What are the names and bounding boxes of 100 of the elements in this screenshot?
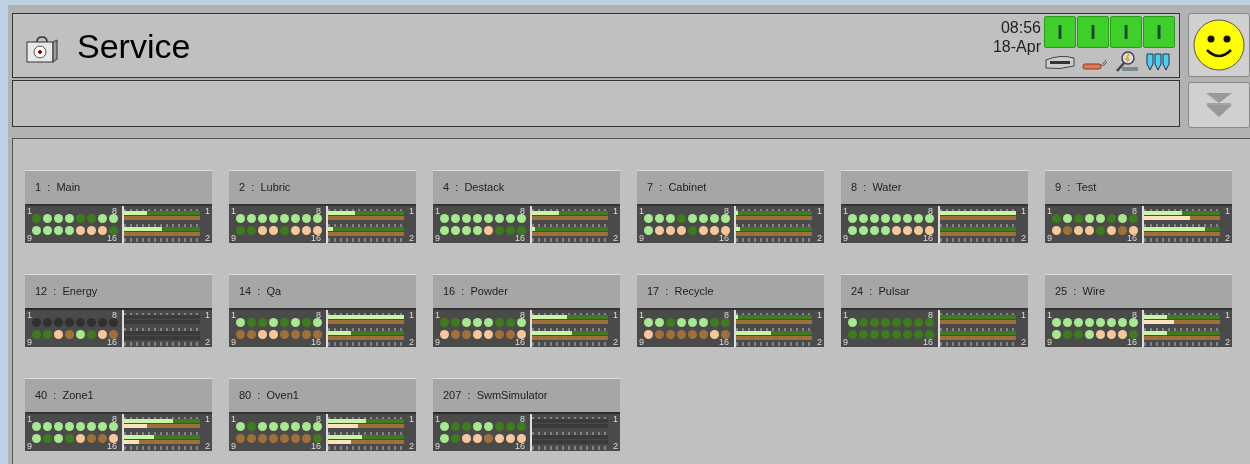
module-header[interactable]: 9 : Test (1045, 170, 1232, 204)
io-number: 9 (27, 337, 32, 347)
io-number: 8 (316, 414, 321, 424)
io-number: 16 (107, 233, 117, 243)
io-number: 8 (316, 310, 321, 320)
io-number: 9 (843, 233, 848, 243)
io-number: 1 (843, 206, 848, 216)
io-number: 1 (231, 414, 236, 424)
status-toggle-button[interactable]: I (1077, 16, 1109, 48)
module-title: 25 : Wire (1055, 284, 1106, 300)
io-number: 1 (231, 310, 236, 320)
module-title: 16 : Powder (443, 284, 508, 300)
io-number: 9 (435, 337, 440, 347)
io-number: 1 (27, 310, 32, 320)
io-number: 16 (311, 233, 321, 243)
module-header[interactable]: 80 : Oven1 (229, 378, 416, 412)
module-title: 14 : Qa (239, 284, 282, 300)
channel-number: 1 (817, 310, 822, 320)
io-number: 8 (112, 310, 117, 320)
io-number: 8 (724, 206, 729, 216)
smiley-icon (1192, 18, 1246, 72)
channel-number: 2 (1225, 337, 1230, 347)
io-number: 9 (435, 233, 440, 243)
io-number: 9 (435, 441, 440, 451)
module-header[interactable]: 14 : Qa (229, 274, 416, 308)
io-number: 9 (1047, 233, 1052, 243)
io-number: 9 (1047, 337, 1052, 347)
channel-number: 1 (205, 206, 210, 216)
module-title: 40 : Zone1 (35, 388, 94, 404)
channel-number: 1 (1225, 206, 1230, 216)
io-number: 9 (231, 233, 236, 243)
module-header[interactable]: 4 : Destack (433, 170, 620, 204)
io-number: 1 (843, 310, 848, 320)
status-toggle-button[interactable]: I (1110, 16, 1142, 48)
io-number: 16 (923, 337, 933, 347)
module-header[interactable]: 1 : Main (25, 170, 212, 204)
module-header[interactable]: 8 : Water (841, 170, 1028, 204)
channel-number: 2 (817, 337, 822, 347)
io-number: 1 (27, 414, 32, 424)
io-number: 16 (311, 441, 321, 451)
io-number: 9 (639, 337, 644, 347)
io-number: 8 (928, 206, 933, 216)
io-number: 8 (1132, 310, 1137, 320)
module-header[interactable]: 16 : Powder (433, 274, 620, 308)
module-title: 1 : Main (35, 180, 81, 196)
module-header[interactable]: 207 : SwmSimulator (433, 378, 620, 412)
channel-number: 1 (613, 414, 618, 424)
module-header[interactable]: 2 : Lubric (229, 170, 416, 204)
io-number: 16 (719, 337, 729, 347)
magnifier-bolt-icon (1114, 50, 1140, 72)
medical-case-icon (25, 33, 59, 64)
module-title: 9 : Test (1055, 180, 1097, 196)
clock-date: 18-Apr (992, 37, 1041, 56)
channel-number: 2 (817, 233, 822, 243)
module-header[interactable]: 40 : Zone1 (25, 378, 212, 412)
channel-number: 1 (409, 206, 414, 216)
io-number: 16 (719, 233, 729, 243)
io-number: 16 (107, 337, 117, 347)
channel-number: 2 (205, 337, 210, 347)
io-number: 9 (27, 441, 32, 451)
channel-number: 2 (409, 337, 414, 347)
io-number: 9 (231, 337, 236, 347)
io-number: 1 (231, 206, 236, 216)
io-number: 16 (1127, 233, 1137, 243)
io-number: 8 (520, 310, 525, 320)
io-number: 8 (520, 414, 525, 424)
module-header[interactable]: 25 : Wire (1045, 274, 1232, 308)
io-number: 1 (27, 206, 32, 216)
io-number: 16 (515, 441, 525, 451)
io-number: 9 (231, 441, 236, 451)
channel-number: 1 (205, 310, 210, 320)
channel-number: 1 (613, 206, 618, 216)
channel-number: 1 (1021, 310, 1026, 320)
channel-number: 1 (205, 414, 210, 424)
module-header[interactable]: 7 : Cabinet (637, 170, 824, 204)
io-number: 9 (639, 233, 644, 243)
module-title: 24 : Pulsar (851, 284, 910, 300)
io-number: 16 (515, 233, 525, 243)
module-title: 80 : Oven1 (239, 388, 299, 404)
io-number: 1 (1047, 310, 1052, 320)
module-header[interactable]: 24 : Pulsar (841, 274, 1028, 308)
status-toggle-button[interactable]: I (1044, 16, 1076, 48)
channel-number: 2 (613, 233, 618, 243)
io-number: 8 (520, 206, 525, 216)
module-header[interactable]: 12 : Energy (25, 274, 212, 308)
io-number: 16 (923, 233, 933, 243)
io-number: 1 (1047, 206, 1052, 216)
module-title: 17 : Recycle (647, 284, 714, 300)
status-smiley-button[interactable] (1188, 13, 1250, 77)
channel-number: 2 (1021, 337, 1026, 347)
module-title: 2 : Lubric (239, 180, 291, 196)
io-number: 9 (27, 233, 32, 243)
io-number: 8 (316, 206, 321, 216)
clock-time: 08:56 (1000, 18, 1041, 37)
module-header[interactable]: 17 : Recycle (637, 274, 824, 308)
test-tubes-icon (1146, 52, 1170, 72)
status-toggle-button[interactable]: I (1143, 16, 1175, 48)
channel-number: 2 (409, 441, 414, 451)
module-title: 12 : Energy (35, 284, 98, 300)
channel-number: 2 (1021, 233, 1026, 243)
